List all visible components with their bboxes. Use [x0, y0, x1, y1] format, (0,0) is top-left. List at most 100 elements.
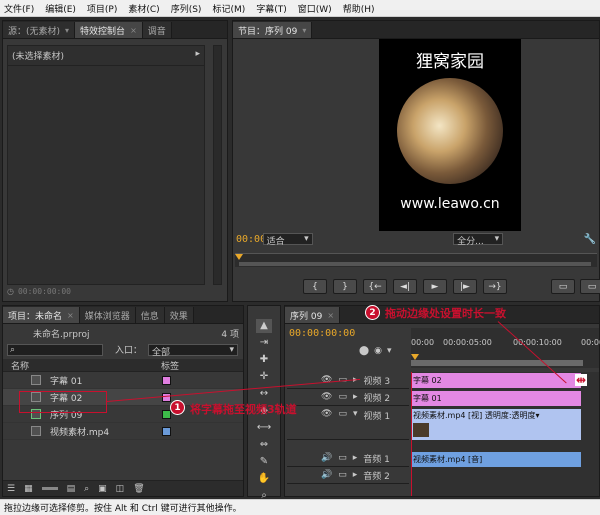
mark-out-button[interactable]: } [333, 279, 357, 294]
go-to-in-button[interactable]: {← [363, 279, 387, 294]
source-timecode[interactable]: 00:00:00:00 [18, 287, 71, 296]
trim-handle-icon[interactable]: ⇹ [575, 374, 588, 386]
search-icon: ⌕ [10, 344, 16, 355]
zoom-slider[interactable] [41, 487, 58, 490]
menu-help[interactable]: 帮助(H) [343, 2, 375, 15]
inpoint-dropdown[interactable]: 全部 ▾ [148, 343, 239, 358]
delete-icon[interactable]: 🗑 [133, 484, 144, 494]
video-clip[interactable]: 视频素材.mp4 [视] 透明度:透明度▾ [411, 409, 581, 440]
timeline-ruler[interactable]: 00:00 00:00:05:00 00:00:10:00 00:00:15 [411, 328, 600, 368]
menu-sequence[interactable]: 序列(S) [171, 2, 202, 15]
eye-icon[interactable]: 👁 [321, 392, 332, 402]
menu-file[interactable]: 文件(F) [4, 2, 34, 15]
step-back-button[interactable]: ◄| [393, 279, 417, 294]
col-name-header[interactable]: 名称 [11, 359, 161, 372]
close-icon[interactable]: × [327, 311, 334, 320]
label-swatch[interactable] [162, 409, 171, 419]
list-item[interactable]: 字幕 01 [3, 372, 243, 389]
tab-program[interactable]: 节目：序列 09 ▾ [233, 22, 313, 38]
program-ruler[interactable] [235, 253, 597, 267]
list-item[interactable]: 视频素材.mp4 [3, 423, 243, 440]
rate-stretch-icon[interactable]: ↔ [256, 387, 272, 401]
step-forward-button[interactable]: |► [453, 279, 477, 294]
menu-marker[interactable]: 标记(M) [212, 2, 245, 15]
playhead-marker[interactable] [235, 254, 243, 260]
play-button[interactable]: ► [423, 279, 447, 294]
title-clip-01[interactable]: 字幕 01 [411, 391, 581, 406]
lock-icon[interactable]: ▭ [338, 470, 347, 480]
hand-icon[interactable]: ✋ [256, 472, 272, 486]
lock-icon[interactable]: ▭ [338, 409, 347, 439]
timeline-playhead[interactable] [411, 354, 419, 360]
track-header-v1[interactable]: 👁 ▭ ▾ 视频 1 [287, 406, 409, 440]
label-swatch[interactable] [162, 426, 171, 436]
track-header-a2[interactable]: 🔊 ▭ ▸ 音频 2 [287, 467, 409, 484]
title-clip-02[interactable]: 字幕 02 [411, 373, 581, 388]
speaker-icon[interactable]: 🔊 [321, 453, 332, 463]
track-select-icon[interactable]: ⇥ [256, 336, 272, 350]
v-scrollbar[interactable] [213, 45, 222, 285]
menu-clip[interactable]: 素材(C) [128, 2, 159, 15]
wrench-icon[interactable]: 🔧 [584, 234, 596, 245]
play-arrow-icon[interactable]: ▸ [195, 49, 200, 62]
eye-icon[interactable]: 👁 [321, 409, 332, 439]
eye-icon[interactable]: 👁 [321, 375, 332, 385]
expand-arrow-icon[interactable]: ▸ [353, 392, 358, 402]
collapse-arrow-icon[interactable]: ▾ [353, 409, 358, 439]
fit-dropdown[interactable]: 适合 ▾ [262, 233, 313, 247]
label-swatch[interactable] [162, 375, 171, 385]
chevron-down-icon[interactable]: ▾ [302, 26, 306, 35]
tab-media-browser[interactable]: 媒体浏览器 [79, 307, 136, 323]
slide-icon[interactable]: ⇔ [256, 438, 272, 452]
rolling-edit-icon[interactable]: ✛ [256, 370, 272, 384]
transport-controls: { } {← ◄| ► |► →} [303, 279, 507, 294]
lift-button[interactable]: ▭ [551, 279, 575, 294]
tab-effect-controls[interactable]: 特效控制台 × [75, 22, 143, 38]
menu-window[interactable]: 窗口(W) [298, 2, 332, 15]
folder-icon[interactable]: ▣ [98, 484, 107, 494]
pen-icon[interactable]: ✎ [256, 455, 272, 469]
expand-arrow-icon[interactable]: ▸ [353, 453, 358, 463]
close-icon[interactable]: × [67, 311, 74, 320]
tab-info[interactable]: 信息 [135, 307, 165, 323]
go-to-out-button[interactable]: →} [483, 279, 507, 294]
timeline-timecode[interactable]: 00:00:00:00 [289, 328, 407, 339]
tab-source[interactable]: 源：(无素材) ▾ [3, 22, 76, 38]
icon-view-icon[interactable]: ▦ [24, 484, 33, 494]
tab-audio-mixer[interactable]: 调音 [142, 22, 172, 38]
mark-in-button[interactable]: { [303, 279, 327, 294]
col-label-header[interactable]: 标签 [161, 359, 179, 372]
close-icon[interactable]: × [130, 26, 137, 35]
selection-tool-icon[interactable]: ▲ [256, 319, 272, 333]
work-area-bar[interactable] [411, 360, 583, 366]
audio-clip[interactable]: 视频素材.mp4 [音] [411, 452, 581, 467]
menu-title[interactable]: 字幕(T) [256, 2, 287, 15]
speaker-icon[interactable]: 🔊 [321, 470, 332, 480]
lock-icon[interactable]: ▭ [338, 453, 347, 463]
tab-project[interactable]: 项目：未命名 × [3, 307, 80, 323]
automate-icon[interactable]: ▤ [67, 484, 76, 494]
slip-icon[interactable]: ⟷ [256, 421, 272, 435]
list-view-icon[interactable]: ☰ [7, 484, 15, 494]
menu-project[interactable]: 项目(P) [87, 2, 117, 15]
expand-arrow-icon[interactable]: ▸ [353, 470, 358, 480]
menu-edit[interactable]: 编辑(E) [45, 2, 76, 15]
marker-icon[interactable]: ◉ [374, 346, 382, 356]
ruler-tick-3: 00:00:15 [581, 338, 600, 347]
find-icon[interactable]: ⌕ [84, 484, 89, 494]
keyframe-icon[interactable]: ▾ [387, 346, 392, 356]
tab-effects[interactable]: 效果 [164, 307, 194, 323]
track-header-a1[interactable]: 🔊 ▭ ▸ 音频 1 [287, 450, 409, 467]
new-item-icon[interactable]: ◫ [116, 484, 125, 494]
track-area: 字幕 02 字幕 01 视频素材.mp4 [视] 透明度:透明度▾ 视频素材.m… [411, 372, 599, 496]
lock-icon[interactable]: ▭ [338, 392, 347, 402]
zoom-scrollbar[interactable] [239, 262, 591, 266]
search-input[interactable]: ⌕ [7, 343, 103, 356]
full-dropdown[interactable]: 全分... ▾ [453, 233, 504, 247]
ripple-edit-icon[interactable]: ✚ [256, 353, 272, 367]
chevron-down-icon[interactable]: ▾ [65, 26, 69, 35]
extract-button[interactable]: ▭ [580, 279, 600, 294]
snap-icon[interactable]: ⬤ [359, 346, 369, 356]
tab-sequence[interactable]: 序列 09 × [285, 307, 341, 323]
track-header-v2[interactable]: 👁 ▭ ▸ 视频 2 [287, 389, 409, 406]
